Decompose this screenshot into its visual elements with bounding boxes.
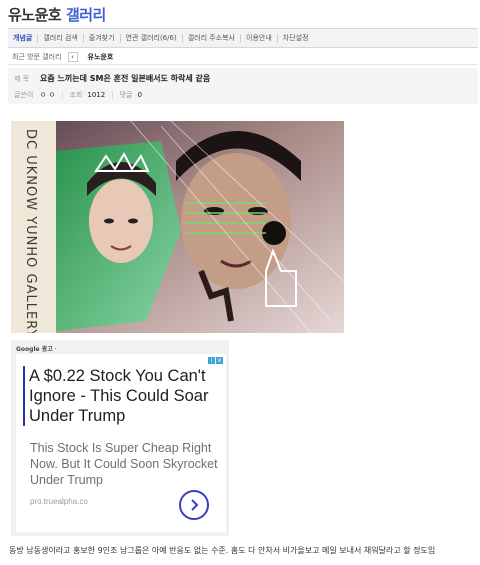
post-body-text: 동방 남동생이라고 홍보한 9인조 남그룹은 아예 반응도 없는 수준. 홈도 … [9,546,436,555]
tab-related-galleries[interactable]: 연관 갤러리(6/6) [121,33,183,43]
prev-arrow-button[interactable]: ‹ [67,52,78,62]
google-ad: Google 광고 · i x A $0.22 Stock You Can't … [11,340,229,536]
chevron-right-icon [191,499,199,511]
gallery-suffix: 갤러리 [65,6,106,24]
vertical-gallery-text: DC UKNOW YUNHO GALLERY [23,129,38,333]
ad-open-button[interactable] [179,490,209,520]
post-header: 제 목 요즘 느끼는데 SM은 혼전 일본배서도 하락세 같음 글쓴이 ㅇ ㅇ … [8,68,478,104]
recent-galleries-label[interactable]: 최근 방문 갤러리 [12,52,62,62]
post-image[interactable]: DC UKNOW YUNHO GALLERY [11,121,344,333]
ad-label: Google 광고 · [16,346,57,353]
artwork-illustration: DC UKNOW YUNHO GALLERY [11,121,344,333]
tab-block-settings[interactable]: 차단설정 [278,34,314,43]
tab-concept-posts[interactable]: 개념글 [8,33,39,43]
ad-card[interactable]: i x A $0.22 Stock You Can't Ignore - Thi… [16,354,226,532]
divider: | [111,91,114,99]
subject-row: 제 목 요즘 느끼는데 SM은 혼전 일본배서도 하락세 같음 [14,73,210,84]
comments-label: 댓글 [119,91,133,99]
gallery-tab-bar: 개념글 갤러리 검색 즐겨찾기 연관 갤러리(6/6) 갤러리 주소복사 이용안… [8,28,478,48]
tab-gallery-search[interactable]: 갤러리 검색 [38,33,84,43]
ad-headline[interactable]: A $0.22 Stock You Can't Ignore - This Co… [23,366,218,426]
post-subject: 요즘 느끼는데 SM은 혼전 일본배서도 하락세 같음 [40,74,211,83]
info-icon[interactable]: i [208,357,215,364]
author-name[interactable]: ㅇ ㅇ [40,90,55,100]
close-icon[interactable]: x [216,357,223,364]
author-label: 글쓴이 [14,91,34,99]
divider: | [61,91,64,99]
gallery-title[interactable]: 유노윤호 갤러리 [8,4,106,25]
ad-url[interactable]: pro.truealpha.co [30,497,88,506]
meta-row: 글쓴이 ㅇ ㅇ | 조회 1012 | 댓글 0 [14,90,142,100]
tab-usage-guide[interactable]: 이용안내 [241,33,278,43]
views-count: 1012 [87,91,106,99]
ad-choices-badge[interactable]: i x [208,357,223,364]
tab-favorites[interactable]: 즐겨찾기 [84,33,121,43]
ad-description: This Stock Is Super Cheap Right Now. But… [30,441,218,487]
subject-label: 제 목 [14,74,30,83]
recent-gallery-item[interactable]: 유노윤호 [88,52,114,62]
comments-count: 0 [137,91,142,99]
tab-copy-address[interactable]: 갤러리 주소복사 [183,33,241,43]
views-label: 조회 [69,91,83,99]
recent-galleries-bar: 최근 방문 갤러리 ‹ 유노윤호 [8,50,478,65]
gallery-name: 유노윤호 [8,6,62,24]
